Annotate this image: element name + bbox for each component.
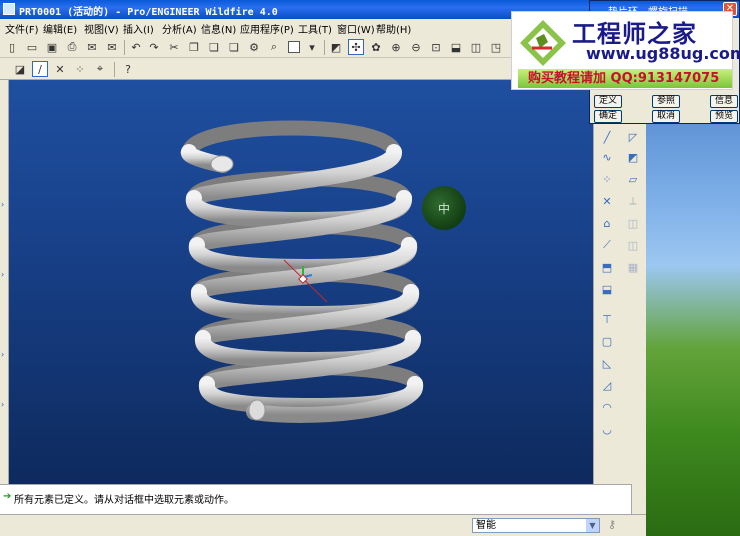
menu-file[interactable]: 文件(F) bbox=[5, 21, 39, 36]
menu-tools[interactable]: 工具(T) bbox=[298, 21, 332, 36]
find-icon[interactable]: ⌕ bbox=[266, 39, 282, 55]
cut-icon[interactable]: ✂ bbox=[166, 39, 182, 55]
paste-special-icon[interactable]: ❏ bbox=[226, 39, 242, 55]
round-icon[interactable]: ◠ bbox=[598, 398, 616, 416]
menu-help[interactable]: 帮助(H) bbox=[376, 21, 411, 36]
watermark-banner: 工程师之家 www.ug88ug.com 购买教程请加 QQ:913147075 bbox=[511, 11, 740, 90]
email-icon[interactable]: ✉ bbox=[84, 39, 100, 55]
desktop-wallpaper bbox=[646, 120, 740, 536]
menu-insert[interactable]: 插入(I) bbox=[123, 21, 154, 36]
select-dropdown-icon[interactable]: ▾ bbox=[304, 39, 320, 55]
toolbar-separator bbox=[124, 40, 125, 55]
message-scrollbar[interactable] bbox=[631, 484, 646, 514]
cancel-button[interactable]: 取消 bbox=[652, 110, 680, 123]
undo-icon[interactable]: ↶ bbox=[128, 39, 144, 55]
expand-arrow-icon[interactable]: › bbox=[1, 350, 7, 359]
info-arrow-icon: ➔ bbox=[3, 491, 12, 502]
menu-applications[interactable]: 应用程序(P) bbox=[240, 21, 294, 36]
email-attach-icon[interactable]: ✉ bbox=[104, 39, 120, 55]
menu-view[interactable]: 视图(V) bbox=[84, 21, 119, 36]
toolbar-separator bbox=[114, 62, 115, 77]
copy-icon[interactable]: ❐ bbox=[186, 39, 202, 55]
menu-analysis[interactable]: 分析(A) bbox=[162, 21, 197, 36]
expand-arrow-icon[interactable]: › bbox=[1, 200, 7, 209]
save-icon[interactable]: ▣ bbox=[44, 39, 60, 55]
wire-end-face bbox=[248, 399, 266, 421]
repaint-icon[interactable]: ✿ bbox=[368, 39, 384, 55]
help-icon[interactable]: ? bbox=[120, 61, 136, 77]
sketch-icon[interactable]: ◩ bbox=[328, 39, 344, 55]
regenerate-icon[interactable]: ⚙ bbox=[246, 39, 262, 55]
selection-filter-value: 智能 bbox=[476, 520, 496, 531]
csys-icon[interactable]: ⌖ bbox=[92, 61, 108, 77]
spline-icon[interactable]: ∿ bbox=[598, 148, 616, 166]
trim-icon[interactable]: ◫ bbox=[624, 236, 642, 254]
define-button[interactable]: 定义 bbox=[594, 95, 622, 108]
status-message: 所有元素已定义。请从对话框中选取元素或动作。 bbox=[14, 495, 234, 506]
model-tree-collapse-strip[interactable]: › › › › bbox=[0, 80, 9, 484]
analysis-tool-icon[interactable]: ⟋ bbox=[598, 236, 616, 254]
menu-edit[interactable]: 编辑(E) bbox=[43, 21, 77, 36]
watermark-url: www.ug88ug.com bbox=[586, 44, 740, 63]
app-icon bbox=[3, 3, 15, 15]
shell-icon[interactable]: ▢ bbox=[598, 332, 616, 350]
preview-button[interactable]: 预览 bbox=[710, 110, 738, 123]
datum-plane-tool-icon[interactable]: ◸ bbox=[624, 128, 642, 146]
view-manager-icon[interactable]: ◳ bbox=[488, 39, 504, 55]
window-title: PRT0001 (活动的) - Pro/ENGINEER Wildfire 4.… bbox=[19, 7, 278, 18]
toolbar-separator bbox=[324, 40, 325, 55]
graphics-viewport[interactable]: 中 bbox=[9, 80, 593, 484]
datum-display-icon[interactable]: ✣ bbox=[348, 39, 364, 55]
menu-info[interactable]: 信息(N) bbox=[201, 21, 236, 36]
feature-toolbar: ╱ ◸ ∿ ◩ ⁘ ▱ ✕ ⟂ ⌂ ◫ ⟋ ◫ ⬒ ▦ ⬓ ⊤ ▢ ◺ ◿ ◠ … bbox=[593, 124, 646, 484]
expand-arrow-icon[interactable]: › bbox=[1, 270, 7, 279]
pattern-icon[interactable]: ▦ bbox=[624, 258, 642, 276]
print-icon[interactable]: ⎙ bbox=[64, 39, 80, 55]
chamfer-icon[interactable]: ◡ bbox=[598, 420, 616, 438]
refit-icon[interactable]: ⊡ bbox=[428, 39, 444, 55]
spin-center-label: 中 bbox=[438, 201, 450, 216]
redo-icon[interactable]: ↷ bbox=[146, 39, 162, 55]
sketch-line-icon[interactable]: ╱ bbox=[598, 128, 616, 146]
expand-arrow-icon[interactable]: › bbox=[1, 400, 7, 409]
chevron-down-icon[interactable]: ▼ bbox=[586, 519, 599, 532]
watermark-logo bbox=[520, 20, 566, 66]
datum-point-icon[interactable]: ⁘ bbox=[72, 61, 88, 77]
orient-icon[interactable]: ⬓ bbox=[448, 39, 464, 55]
merge-icon[interactable]: ◫ bbox=[624, 214, 642, 232]
new-icon[interactable]: ▯ bbox=[4, 39, 20, 55]
mirror-icon[interactable]: ⟂ bbox=[624, 192, 642, 210]
status-bar: 智能 ▼ ⚷ bbox=[0, 514, 646, 536]
surface-icon[interactable]: ◩ bbox=[624, 148, 642, 166]
csys-tool-icon[interactable]: ⌂ bbox=[598, 214, 616, 232]
ok-button[interactable]: 确定 bbox=[594, 110, 622, 123]
hole-icon[interactable]: ⊤ bbox=[598, 310, 616, 328]
import-icon[interactable]: ⬓ bbox=[598, 280, 616, 298]
fill-icon[interactable]: ▱ bbox=[624, 170, 642, 188]
refs-button[interactable]: 参照 bbox=[652, 95, 680, 108]
saved-views-icon[interactable]: ◫ bbox=[468, 39, 484, 55]
point-tool-icon[interactable]: ⁘ bbox=[598, 170, 616, 188]
spring-model[interactable]: 中 bbox=[9, 80, 593, 484]
watermark-contact: 购买教程请加 QQ:913147075 bbox=[518, 69, 732, 88]
wire-start-face bbox=[210, 155, 234, 173]
zoom-out-icon[interactable]: ⊖ bbox=[408, 39, 424, 55]
layer-icon[interactable]: ◪ bbox=[12, 61, 28, 77]
draft-icon[interactable]: ◿ bbox=[598, 376, 616, 394]
selection-filter-select[interactable]: 智能 ▼ bbox=[472, 518, 600, 533]
rib-icon[interactable]: ◺ bbox=[598, 354, 616, 372]
zoom-in-icon[interactable]: ⊕ bbox=[388, 39, 404, 55]
menu-window[interactable]: 窗口(W) bbox=[337, 21, 375, 36]
info-button[interactable]: 信息 bbox=[710, 95, 738, 108]
axis-tool-icon[interactable]: ✕ bbox=[598, 192, 616, 210]
datum-plane-icon[interactable]: ∕ bbox=[32, 61, 48, 77]
message-area: ➔ 所有元素已定义。请从对话框中选取元素或动作。 bbox=[0, 484, 646, 514]
paste-icon[interactable]: ❏ bbox=[206, 39, 222, 55]
sketch-tool-icon[interactable]: ⬒ bbox=[598, 258, 616, 276]
select-box-icon[interactable] bbox=[286, 39, 302, 55]
lock-icon: ⚷ bbox=[608, 518, 617, 531]
datum-axis-icon[interactable]: ✕ bbox=[52, 61, 68, 77]
open-icon[interactable]: ▭ bbox=[24, 39, 40, 55]
